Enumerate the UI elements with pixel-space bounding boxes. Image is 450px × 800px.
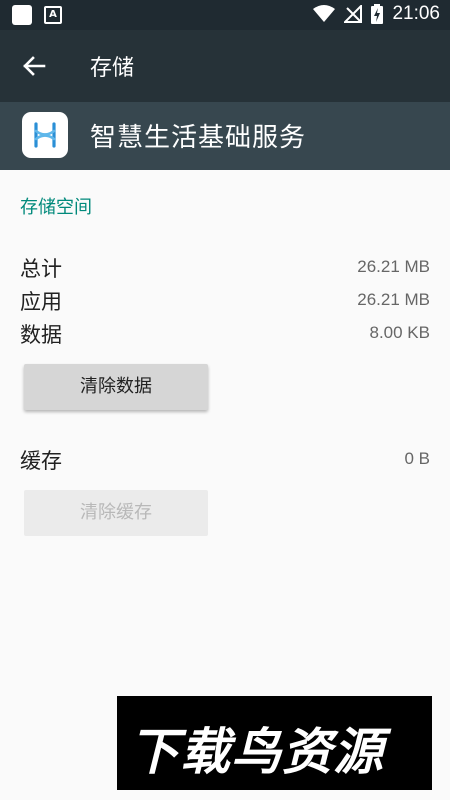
storage-row-cache: 缓存 0 B <box>20 445 430 477</box>
clock: 21:06 <box>392 3 440 24</box>
watermark-text: 下载鸟资源 <box>129 723 384 781</box>
storage-row-total: 总计 26.21 MB <box>20 253 430 285</box>
battery-charging-icon <box>371 4 384 24</box>
clear-data-button[interactable]: 清除数据 <box>24 364 208 410</box>
row-value: 8.00 KB <box>369 323 431 342</box>
row-label: 应用 <box>20 290 62 314</box>
row-label: 缓存 <box>20 449 62 473</box>
clear-cache-button[interactable]: 清除缓存 <box>24 490 208 536</box>
storage-row-app: 应用 26.21 MB <box>20 286 430 318</box>
storage-row-data: 数据 8.00 KB <box>20 319 430 351</box>
row-value: 0 B <box>404 449 430 468</box>
storage-section-title: 存储空间 <box>20 197 92 218</box>
app-logo-icon <box>22 112 68 158</box>
status-bar: A 21:06 <box>0 0 450 30</box>
row-label: 数据 <box>20 323 62 347</box>
wifi-icon <box>313 5 336 22</box>
no-signal-icon <box>344 5 363 23</box>
row-label: 总计 <box>20 257 62 281</box>
row-value: 26.21 MB <box>357 257 430 276</box>
toolbar: 存储 <box>0 30 450 102</box>
app-square-icon <box>12 5 32 25</box>
row-value: 26.21 MB <box>357 290 430 309</box>
a-letter-icon: A <box>44 6 62 24</box>
app-header: 智慧生活基础服务 <box>0 102 450 170</box>
app-name: 智慧生活基础服务 <box>90 123 307 153</box>
back-button[interactable] <box>14 46 54 86</box>
back-arrow-icon <box>23 56 46 76</box>
watermark-logo: 下载鸟资源 <box>117 696 432 790</box>
page-title: 存储 <box>90 56 135 81</box>
